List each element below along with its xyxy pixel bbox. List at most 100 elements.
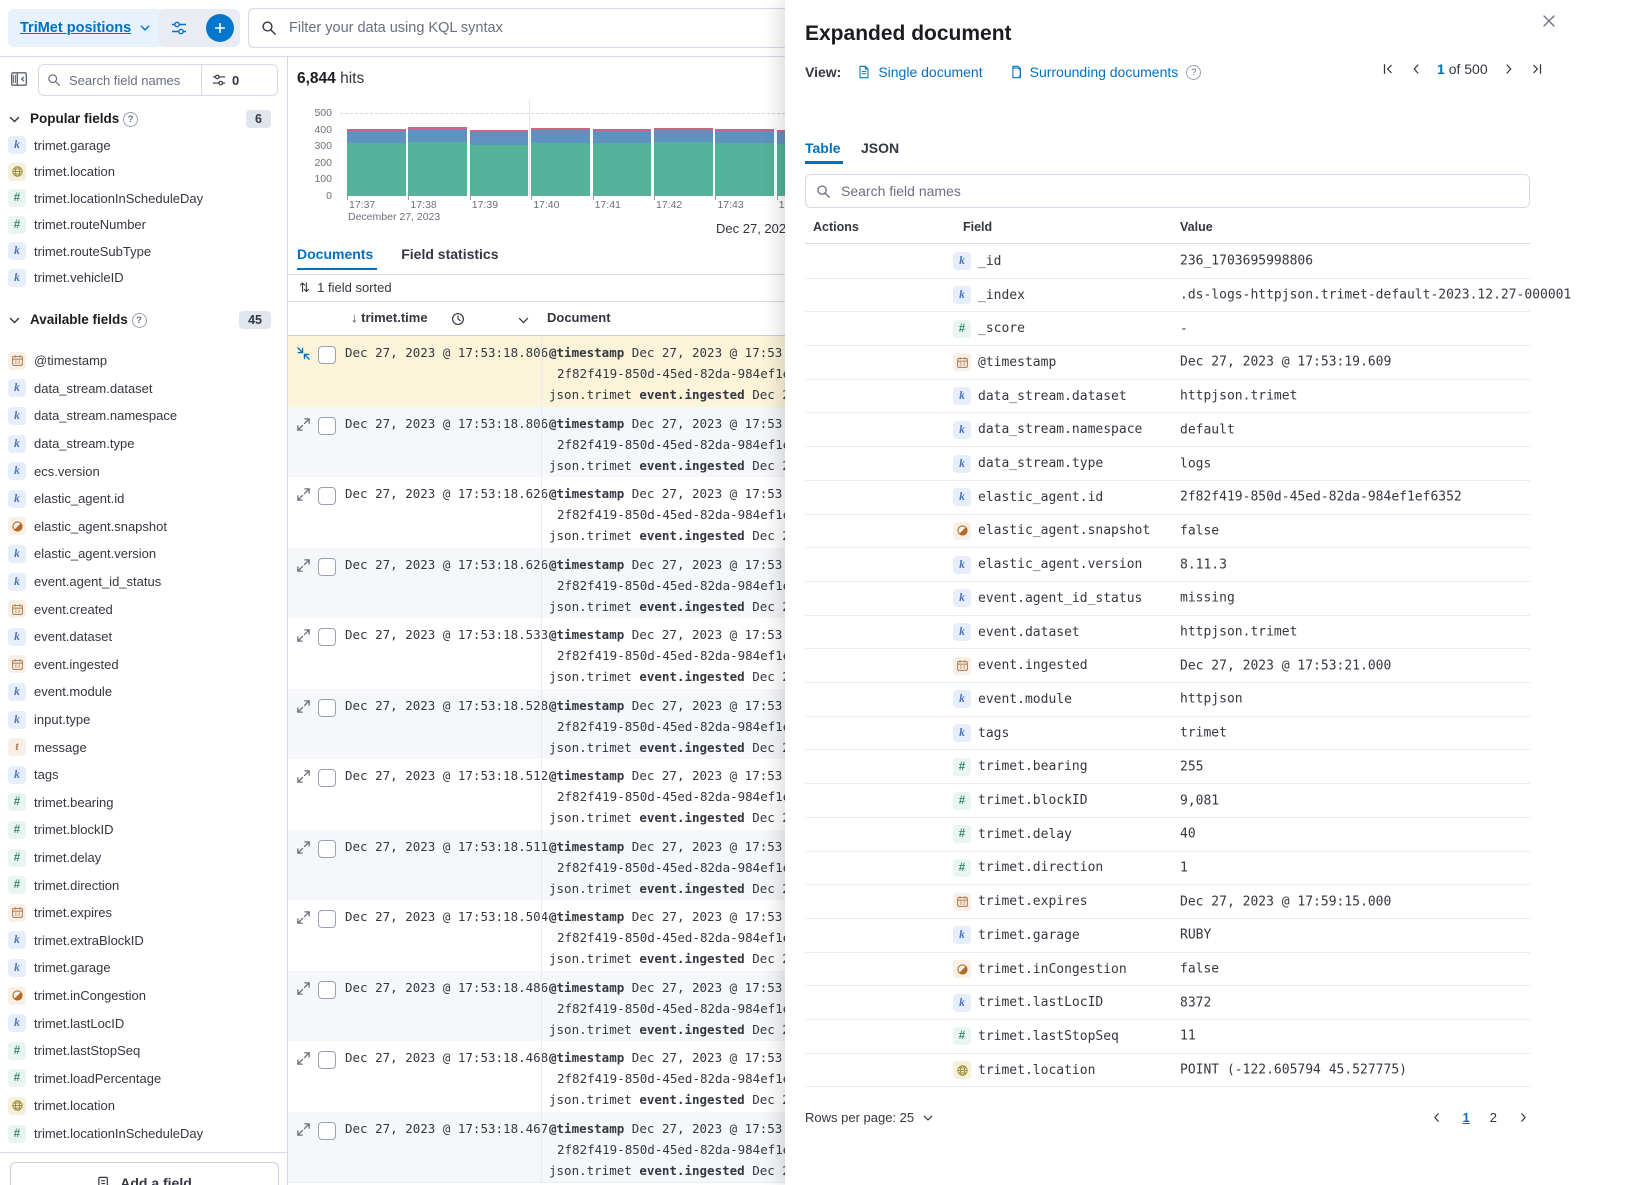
table-row[interactable]: Dec 27, 2023 @ 17:53:18.533@timestamp De… <box>288 618 785 690</box>
field-item-trimet.locationInScheduleDay[interactable]: #trimet.locationInScheduleDay <box>0 1120 287 1148</box>
surrounding-documents-link[interactable]: Surrounding documents <box>1030 64 1179 80</box>
field-item-trimet.expires[interactable]: trimet.expires <box>0 899 287 927</box>
rows-per-page-button[interactable]: Rows per page: 25 <box>805 1110 934 1125</box>
field-item-event.ingested[interactable]: event.ingested <box>0 651 287 679</box>
row-checkbox[interactable] <box>318 769 336 787</box>
field-row-event.agent_id_status[interactable]: kevent.agent_id_statusmissing <box>805 582 1530 616</box>
data-view-picker[interactable]: TriMet positions <box>8 9 163 47</box>
bar-17:37-segment-blue[interactable] <box>347 131 406 143</box>
bar-17:39-segment-green[interactable] <box>470 145 529 196</box>
field-row-trimet.expires[interactable]: trimet.expiresDec 27, 2023 @ 17:59:15.00… <box>805 885 1530 919</box>
table-row[interactable]: Dec 27, 2023 @ 17:53:18.512@timestamp De… <box>288 759 785 831</box>
bar-17:38-segment-blue[interactable] <box>408 129 467 142</box>
field-item-message[interactable]: tmessage <box>0 733 287 761</box>
row-checkbox[interactable] <box>318 417 336 435</box>
tab-field-statistics[interactable]: Field statistics <box>401 246 498 262</box>
field-item-data_stream.type[interactable]: kdata_stream.type <box>0 430 287 458</box>
table-row[interactable]: Dec 27, 2023 @ 17:53:18.626@timestamp De… <box>288 548 785 620</box>
bar-17:40-segment-green[interactable] <box>531 143 590 196</box>
field-item-trimet.location[interactable]: trimet.location <box>0 159 287 186</box>
row-checkbox[interactable] <box>318 346 336 364</box>
expand-document-icon[interactable] <box>296 981 312 997</box>
table-row[interactable]: Dec 27, 2023 @ 17:53:18.486@timestamp De… <box>288 971 785 1043</box>
field-item-elastic_agent.snapshot[interactable]: elastic_agent.snapshot <box>0 513 287 541</box>
table-row[interactable]: Dec 27, 2023 @ 17:53:18.468@timestamp De… <box>288 1041 785 1113</box>
bar-17:38-segment-green[interactable] <box>408 142 467 196</box>
row-checkbox[interactable] <box>318 487 336 505</box>
expand-document-icon[interactable] <box>296 628 312 644</box>
row-checkbox[interactable] <box>318 981 336 999</box>
tab-json[interactable]: JSON <box>861 140 899 156</box>
expand-document-icon[interactable] <box>296 769 312 785</box>
close-flyout-button[interactable] <box>1541 13 1559 31</box>
row-checkbox[interactable] <box>318 840 336 858</box>
saved-query-menu-button[interactable] <box>158 9 199 47</box>
row-checkbox[interactable] <box>318 910 336 928</box>
expand-document-icon[interactable] <box>296 699 312 715</box>
field-item-elastic_agent.id[interactable]: kelastic_agent.id <box>0 485 287 513</box>
sorted-fields-button[interactable]: ⇅ 1 field sorted <box>299 280 392 296</box>
table-row[interactable]: Dec 27, 2023 @ 17:53:18.806@timestamp De… <box>288 407 785 479</box>
field-item-trimet.extraBlockID[interactable]: ktrimet.extraBlockID <box>0 927 287 955</box>
field-row-trimet.bearing[interactable]: #trimet.bearing255 <box>805 751 1530 785</box>
field-row-trimet.direction[interactable]: #trimet.direction1 <box>805 852 1530 886</box>
expand-document-icon[interactable] <box>296 487 312 503</box>
next-page-button[interactable] <box>1502 62 1516 76</box>
bar-17:44-segment-blue[interactable] <box>777 132 785 144</box>
tab-documents[interactable]: Documents <box>297 246 373 262</box>
field-filter-button[interactable]: 0 <box>202 73 249 88</box>
bar-17:44-segment-pink[interactable] <box>777 130 785 131</box>
popular-fields-header[interactable]: Popular fields ? 6 <box>0 108 287 132</box>
field-item-trimet.vehicleID[interactable]: ktrimet.vehicleID <box>0 265 287 292</box>
field-row-event.dataset[interactable]: kevent.datasethttpjson.trimet <box>805 616 1530 650</box>
table-row[interactable]: Dec 27, 2023 @ 17:53:18.511@timestamp De… <box>288 830 785 902</box>
field-item-data_stream.namespace[interactable]: kdata_stream.namespace <box>0 402 287 430</box>
collapse-document-icon[interactable] <box>296 346 312 362</box>
next-table-page-button[interactable] <box>1517 1111 1530 1124</box>
field-item-@timestamp[interactable]: @timestamp <box>0 347 287 375</box>
bar-17:43-segment-green[interactable] <box>715 143 774 196</box>
bar-17:41-segment-green[interactable] <box>593 143 652 196</box>
field-item-trimet.bearing[interactable]: #trimet.bearing <box>0 789 287 817</box>
bar-17:43-segment-blue[interactable] <box>715 131 774 143</box>
add-filter-button[interactable] <box>199 9 240 47</box>
row-checkbox[interactable] <box>318 1122 336 1140</box>
field-row-elastic_agent.snapshot[interactable]: elastic_agent.snapshotfalse <box>805 515 1530 549</box>
field-row-elastic_agent.version[interactable]: kelastic_agent.version8.11.3 <box>805 548 1530 582</box>
expand-document-icon[interactable] <box>296 558 312 574</box>
field-row-_id[interactable]: k_id236_1703695998806 <box>805 245 1530 279</box>
bar-17:40-segment-blue[interactable] <box>531 130 590 143</box>
bar-17:37-segment-pink[interactable] <box>347 129 406 130</box>
document-column-header[interactable]: Document <box>547 310 611 325</box>
row-checkbox[interactable] <box>318 558 336 576</box>
field-item-trimet.garage[interactable]: ktrimet.garage <box>0 954 287 982</box>
field-row-trimet.blockID[interactable]: #trimet.blockID9,081 <box>805 784 1530 818</box>
field-item-event.dataset[interactable]: kevent.dataset <box>0 623 287 651</box>
field-item-trimet.delay[interactable]: #trimet.delay <box>0 844 287 872</box>
field-row-elastic_agent.id[interactable]: kelastic_agent.id2f82f419-850d-45ed-82da… <box>805 481 1530 515</box>
field-row-data_stream.namespace[interactable]: kdata_stream.namespacedefault <box>805 414 1530 448</box>
field-row-trimet.location[interactable]: trimet.locationPOINT (-122.605794 45.527… <box>805 1054 1530 1088</box>
expand-document-icon[interactable] <box>296 910 312 926</box>
bar-17:42-segment-pink[interactable] <box>654 128 713 129</box>
field-row-event.ingested[interactable]: event.ingestedDec 27, 2023 @ 17:53:21.00… <box>805 649 1530 683</box>
row-checkbox[interactable] <box>318 628 336 646</box>
field-item-input.type[interactable]: kinput.type <box>0 706 287 734</box>
available-fields-header[interactable]: Available fields ? 45 <box>0 309 287 333</box>
bar-17:39-segment-blue[interactable] <box>470 132 529 145</box>
field-item-tags[interactable]: ktags <box>0 761 287 789</box>
expand-document-icon[interactable] <box>296 840 312 856</box>
bar-17:42-segment-green[interactable] <box>654 142 713 196</box>
field-item-ecs.version[interactable]: kecs.version <box>0 457 287 485</box>
field-item-event.created[interactable]: event.created <box>0 595 287 623</box>
field-item-trimet.routeNumber[interactable]: #trimet.routeNumber <box>0 212 287 239</box>
field-item-event.agent_id_status[interactable]: kevent.agent_id_status <box>0 568 287 596</box>
field-item-trimet.loadPercentage[interactable]: #trimet.loadPercentage <box>0 1065 287 1093</box>
field-search-input[interactable] <box>67 72 199 89</box>
field-item-trimet.lastLocID[interactable]: ktrimet.lastLocID <box>0 1009 287 1037</box>
add-field-button[interactable]: Add a field <box>10 1162 279 1185</box>
field-row-_score[interactable]: #_score- <box>805 312 1530 346</box>
table-row[interactable]: Dec 27, 2023 @ 17:53:18.806@timestamp De… <box>288 336 785 408</box>
field-row-data_stream.dataset[interactable]: kdata_stream.datasethttpjson.trimet <box>805 380 1530 414</box>
bar-17:41-segment-blue[interactable] <box>593 131 652 144</box>
